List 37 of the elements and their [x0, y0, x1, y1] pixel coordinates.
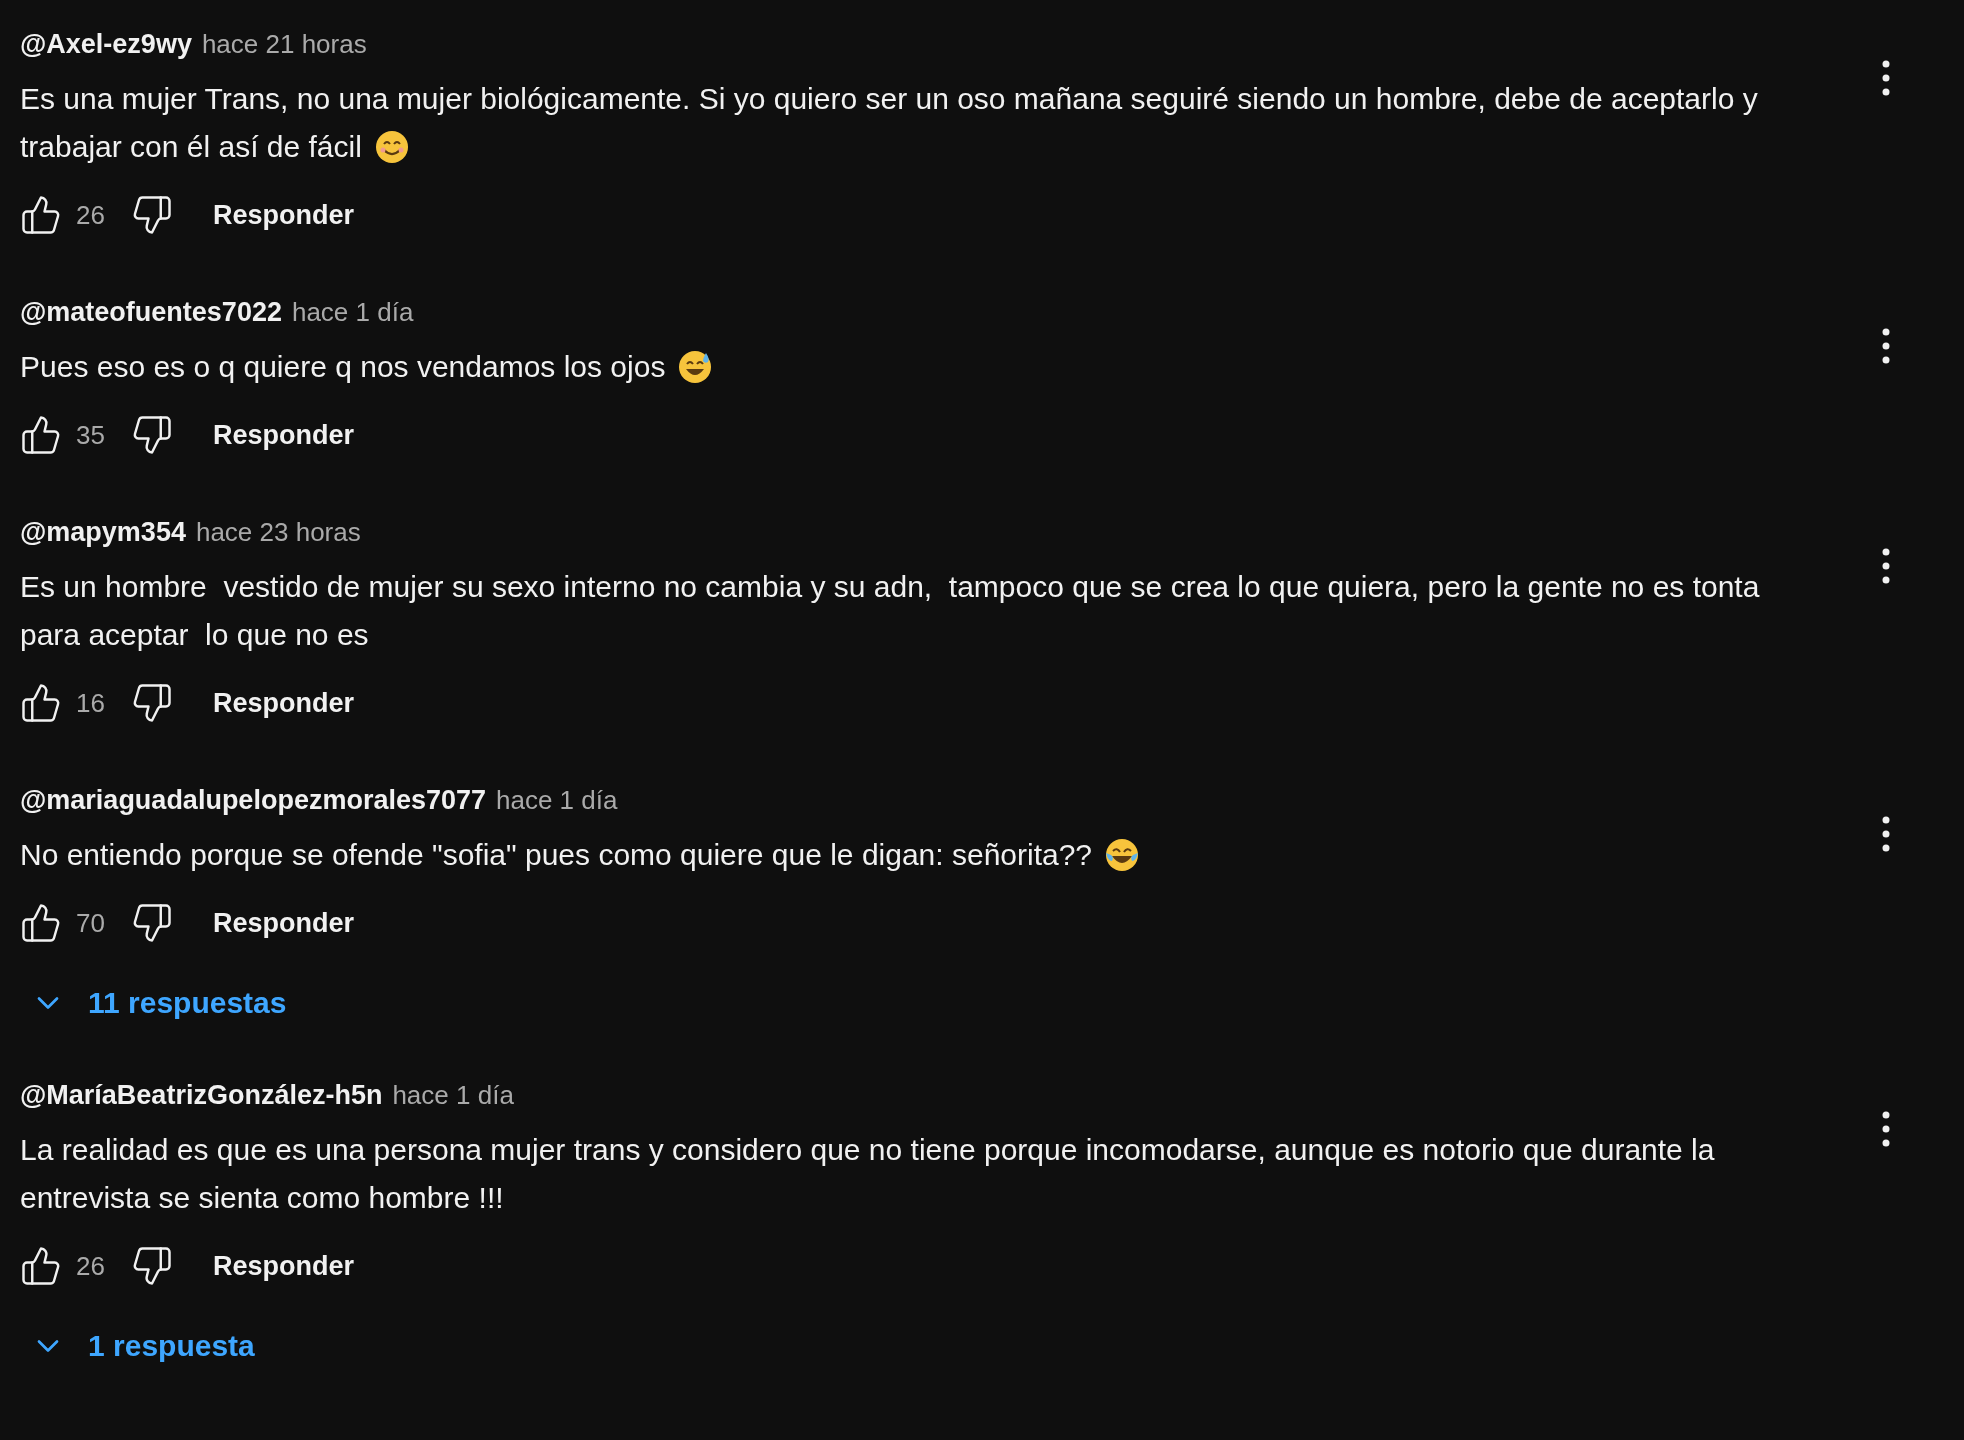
thumbs-up-icon[interactable] — [20, 194, 62, 236]
more-options-icon[interactable] — [1880, 326, 1892, 366]
comment-text: La realidad es que es una persona mujer trans y considero que no tiene porque incomodarse, aunque es notorio que durante la entrevista se sienta como hombre !!! — [20, 1132, 1716, 1216]
reply-button[interactable]: Responder — [212, 1250, 354, 1282]
thumbs-up-icon[interactable] — [20, 1245, 62, 1287]
replies-toggle[interactable]: 1 respuesta — [20, 1321, 255, 1371]
comment-author[interactable]: @MaríaBeatrizGonzález-h5n — [20, 1079, 383, 1111]
comment-time[interactable]: hace 23 horas — [195, 516, 361, 548]
more-options-icon[interactable] — [1880, 546, 1892, 586]
comment-text: Es una mujer Trans, no una mujer biológicamente. Si yo quiero ser un oso mañana seguiré siendo un hombre, debe de aceptarlo y trabajar con él así de fácil — [20, 81, 1759, 167]
like-count: 26 — [76, 199, 105, 231]
thumbs-up-icon[interactable] — [20, 902, 62, 944]
like-count: 16 — [76, 687, 105, 719]
reply-button[interactable]: Responder — [212, 687, 354, 719]
like-count: 70 — [76, 907, 105, 939]
reply-button[interactable]: Responder — [212, 907, 354, 939]
comment-text: Es un hombre vestido de mujer su sexo interno no cambia y su adn, tampoco que se crea lo que quiera, pero la gente no es tonta para aceptar lo que no es — [20, 569, 1761, 653]
more-options-icon[interactable] — [1880, 58, 1892, 98]
comment-author[interactable]: @mapym354 — [20, 516, 186, 548]
comment-time[interactable]: hace 1 día — [392, 1079, 514, 1111]
reply-button[interactable]: Responder — [212, 199, 354, 231]
thumbs-up-icon[interactable] — [20, 682, 62, 724]
more-options-icon[interactable] — [1880, 814, 1892, 854]
comment-author[interactable]: @mariaguadalupelopezmorales7077 — [20, 784, 486, 816]
comment-text: Pues eso es o q quiere q nos vendamos los ojos — [20, 343, 714, 391]
comment-time[interactable]: hace 1 día — [291, 296, 414, 328]
reply-button[interactable]: Responder — [212, 419, 354, 451]
thumbs-up-icon[interactable] — [20, 414, 62, 456]
comment-text: No entiendo porque se ofende "sofia" pues como quiere que le digan: señorita?? — [20, 831, 1141, 879]
comment-author[interactable]: @Axel-ez9wy — [20, 28, 192, 60]
more-options-icon[interactable] — [1880, 1109, 1892, 1149]
comment-time[interactable]: hace 1 día — [496, 784, 618, 816]
like-count: 35 — [76, 419, 105, 451]
comment-time[interactable]: hace 21 horas — [201, 28, 367, 60]
like-count: 26 — [76, 1250, 105, 1282]
comment-author[interactable]: @mateofuentes7022 — [20, 296, 282, 328]
replies-toggle[interactable]: 11 respuestas — [20, 978, 287, 1028]
